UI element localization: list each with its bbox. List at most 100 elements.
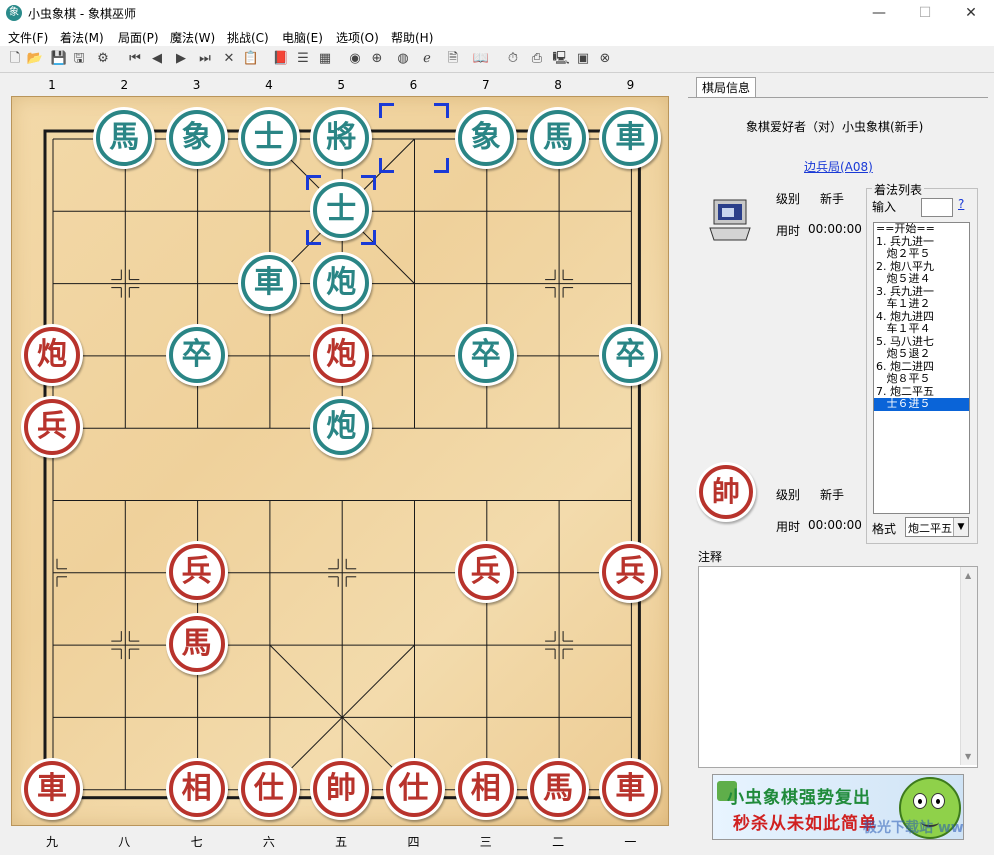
menu-computer[interactable]: 电脑(E) — [282, 29, 323, 46]
black-piece[interactable]: 卒 — [599, 323, 662, 386]
settings-icon[interactable]: ⚙ — [94, 50, 112, 68]
black-piece[interactable]: 卒 — [165, 323, 228, 386]
move-item[interactable]: ==开始== — [874, 223, 969, 236]
help-link[interactable]: ? — [958, 197, 964, 211]
open-icon[interactable]: 📂 — [26, 50, 44, 68]
opening-link[interactable]: 边兵局(A08) — [804, 158, 873, 175]
file-label-top: 1 — [48, 78, 56, 92]
file-label-top: 6 — [409, 78, 418, 92]
red-piece[interactable]: 兵 — [21, 396, 83, 459]
file-label-top: 8 — [554, 78, 562, 92]
notes-icon[interactable]: 🗎 — [444, 50, 462, 68]
move-item[interactable]: 炮８平５ — [874, 372, 969, 386]
menu-options[interactable]: 选项(O) — [336, 29, 379, 46]
maximize-button[interactable]: ☐ — [902, 0, 948, 26]
menu-bar: 文件(F) 着法(M) 局面(P) 魔法(W) 挑战(C) 电脑(E) 选项(O… — [0, 26, 994, 46]
tree-icon[interactable]: ☰ — [294, 50, 312, 68]
red-piece[interactable]: 馬 — [165, 613, 228, 676]
black-piece[interactable]: 車 — [237, 251, 300, 314]
black-piece[interactable]: 炮 — [310, 396, 373, 459]
menu-help[interactable]: 帮助(H) — [391, 29, 433, 46]
black-piece[interactable]: 士 — [310, 179, 373, 242]
stop-icon[interactable]: ⊗ — [596, 50, 614, 68]
monitor-icon[interactable]: ▣ — [574, 50, 592, 68]
moves-title: 着法列表 — [872, 181, 925, 198]
clock-icon[interactable]: ⏱ — [504, 50, 522, 68]
move-item[interactable]: 士６进５ — [874, 397, 969, 411]
input-label: 输入 — [872, 200, 897, 214]
library-icon[interactable]: 📖 — [472, 50, 490, 68]
printer-icon[interactable]: ⎙ — [528, 50, 546, 68]
ad-banner[interactable]: 小虫象棋强势复出 秒杀从未如此简单 极光下载站 www.xz7.com — [712, 774, 964, 840]
move-item[interactable]: 炮５退２ — [874, 347, 969, 361]
red-piece[interactable]: 兵 — [454, 540, 517, 603]
tab-game-info[interactable]: 棋局信息 — [696, 77, 756, 98]
match-title: 象棋爱好者（对）小虫象棋(新手) — [746, 120, 924, 134]
notes-scrollbar[interactable]: ▲ ▼ — [960, 567, 977, 765]
ie-icon[interactable]: ℯ — [418, 50, 436, 68]
prev-move-icon[interactable]: ◀ — [148, 50, 166, 68]
red-piece[interactable]: 車 — [21, 757, 83, 820]
minimize-button[interactable]: — — [856, 0, 902, 26]
red-piece[interactable]: 相 — [165, 757, 228, 820]
move-input[interactable] — [921, 198, 953, 217]
move-item[interactable]: 车１进２ — [874, 297, 969, 311]
first-move-icon[interactable]: ⏮ — [126, 50, 144, 68]
bottom-level-label: 级别 — [776, 488, 801, 502]
ad-line2: 秒杀从未如此简单 — [733, 814, 877, 834]
moves-list[interactable]: ==开始== 1. 兵九进一 炮２平５ 2. 炮八平九 炮５进４ 3. 兵九进一 车１… — [873, 222, 970, 514]
last-move-icon[interactable]: ⏭ — [196, 50, 214, 68]
weibo-icon[interactable]: ◍ — [394, 50, 412, 68]
red-piece[interactable]: 炮 — [310, 323, 373, 386]
format-label: 格式 — [872, 522, 897, 536]
red-piece[interactable]: 帥 — [310, 757, 373, 820]
notes-textarea[interactable]: ▲ ▼ — [698, 566, 978, 768]
file-label-bottom: 八 — [118, 835, 131, 849]
computer-icon[interactable]: 🖳 — [552, 50, 570, 68]
paste-icon[interactable]: 📋 — [242, 50, 260, 68]
file-label-bottom: 二 — [552, 835, 565, 849]
menu-challenge[interactable]: 挑战(C) — [227, 29, 269, 46]
red-piece[interactable]: 車 — [599, 757, 662, 820]
move-item[interactable]: 炮５进４ — [874, 272, 969, 286]
red-piece[interactable]: 炮 — [21, 323, 83, 386]
menu-file[interactable]: 文件(F) — [8, 29, 48, 46]
move-item[interactable]: 炮２平５ — [874, 247, 969, 261]
menu-moves[interactable]: 着法(M) — [60, 29, 104, 46]
black-piece[interactable]: 卒 — [454, 323, 517, 386]
save-icon[interactable]: 💾 — [50, 50, 68, 68]
app-icon: 象 — [6, 5, 22, 21]
red-piece[interactable]: 相 — [454, 757, 517, 820]
move-item[interactable]: 车１平４ — [874, 322, 969, 336]
black-piece[interactable]: 炮 — [310, 251, 373, 314]
black-piece[interactable]: 象 — [165, 107, 228, 169]
black-piece[interactable]: 馬 — [527, 107, 590, 169]
new-icon[interactable]: 🗋 — [6, 50, 24, 68]
close-button[interactable]: ✕ — [948, 0, 994, 26]
black-piece[interactable]: 象 — [454, 107, 517, 169]
file-label-bottom: 四 — [407, 835, 420, 849]
black-piece[interactable]: 車 — [599, 107, 662, 169]
color-icon[interactable]: ◉ — [346, 50, 364, 68]
next-move-icon[interactable]: ▶ — [172, 50, 190, 68]
ad-line1: 小虫象棋强势复出 — [727, 788, 871, 808]
red-piece[interactable]: 馬 — [527, 757, 590, 820]
red-piece[interactable]: 仕 — [237, 757, 300, 820]
red-piece[interactable]: 仕 — [382, 757, 445, 820]
menu-magic[interactable]: 魔法(W) — [170, 29, 215, 46]
delete-icon[interactable]: ✕ — [220, 50, 238, 68]
file-label-top: 3 — [192, 78, 201, 92]
globe-icon[interactable]: ⊕ — [368, 50, 386, 68]
top-level-value: 新手 — [820, 192, 845, 206]
black-piece[interactable]: 將 — [310, 107, 373, 169]
format-select[interactable]: 炮二平五 ▼ — [905, 517, 969, 537]
book-icon[interactable]: 📕 — [272, 50, 290, 68]
red-piece[interactable]: 兵 — [599, 540, 662, 603]
red-piece[interactable]: 兵 — [165, 540, 228, 603]
window-title: 小虫象棋 - 象棋巫师 — [28, 7, 136, 21]
black-piece[interactable]: 士 — [237, 107, 300, 169]
calc-icon[interactable]: ▦ — [316, 50, 334, 68]
print-icon[interactable]: 🖫 — [70, 50, 88, 68]
black-piece[interactable]: 馬 — [93, 107, 156, 169]
menu-position[interactable]: 局面(P) — [118, 29, 159, 46]
